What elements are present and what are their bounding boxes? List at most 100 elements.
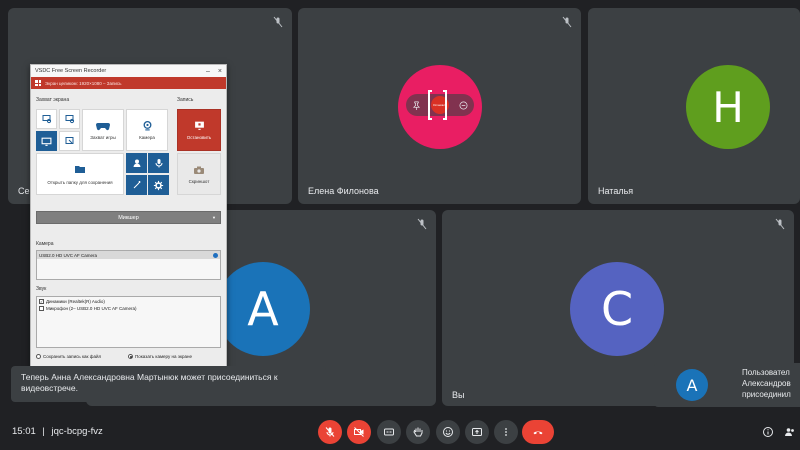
sound-section-label: Звук — [36, 286, 47, 292]
raise-hand-button[interactable] — [406, 420, 430, 444]
capture-area-button[interactable] — [59, 109, 80, 129]
hang-up-icon — [533, 431, 543, 435]
webcam-toggle-button[interactable] — [126, 153, 147, 173]
camera-settings-icon[interactable] — [213, 252, 218, 258]
drawing-tools-button[interactable] — [126, 175, 147, 195]
game-capture-button[interactable]: Захват игры — [82, 109, 124, 151]
recorder-status-bar: Экран целиком: 1920×1080 – Запись — [31, 77, 226, 89]
sound-device-list[interactable]: ✓ Динамики (Realtek(R) Audio) Микрофон (… — [36, 296, 221, 348]
avatar-blue: А — [216, 262, 310, 356]
camera-icon — [194, 166, 204, 174]
screenshot-button[interactable]: Скриншот — [177, 153, 221, 195]
join-toast: Теперь Анна Александровна Мартынюк может… — [11, 366, 326, 402]
participant-name: Елена Филонова — [308, 186, 379, 196]
recorder-titlebar[interactable]: VSDC Free Screen Recorder – × — [31, 65, 226, 77]
mixer-button[interactable]: Микшер ▼ — [36, 211, 221, 224]
checkbox-unchecked[interactable] — [39, 306, 44, 311]
participant-tile-3[interactable]: Н Наталья — [588, 8, 800, 204]
window-capture-icon — [65, 137, 73, 144]
sound-device-label: Динамики (Realtek(R) Audio) — [46, 299, 105, 304]
camera-section-label: Камера — [36, 241, 54, 247]
camera-off-icon — [354, 427, 364, 437]
sound-device-speakers[interactable]: ✓ Динамики (Realtek(R) Audio) — [37, 298, 220, 305]
mic-toggle-button[interactable] — [318, 420, 342, 444]
more-options-button[interactable] — [494, 420, 518, 444]
clock-time: 15:01 — [12, 426, 36, 437]
capture-bracket-right — [443, 90, 447, 120]
microphone-button[interactable] — [148, 153, 169, 173]
hand-icon — [413, 427, 423, 437]
mic-off-icon — [273, 16, 283, 28]
stop-screen-icon — [194, 121, 204, 130]
remove-icon[interactable] — [459, 101, 468, 110]
monitor-icon — [41, 137, 52, 146]
avatar-blue: А — [676, 369, 708, 401]
gamepad-icon — [96, 122, 110, 130]
show-camera-label: Показать камеру на экране — [135, 354, 192, 359]
capture-window-button[interactable] — [59, 131, 80, 151]
microphone-icon — [155, 159, 162, 168]
meeting-details-button[interactable] — [756, 420, 780, 444]
mic-off-icon — [562, 16, 572, 28]
present-button[interactable] — [465, 420, 489, 444]
save-as-file-option[interactable]: Сохранить запись как файл — [36, 354, 101, 359]
sound-device-microphone[interactable]: Микрофон (2– USB2.0 HD UVC AF Camera) — [37, 305, 220, 312]
save-as-file-label: Сохранить запись как файл — [43, 354, 102, 359]
camera-option-selected[interactable]: USB2.0 HD UVC AF Camera — [37, 251, 220, 259]
open-folder-button[interactable]: Открыть папку для сохранения — [36, 153, 124, 195]
join-request-notification[interactable]: А Пользовател Александров присоединил — [654, 363, 800, 407]
participant-tile-2[interactable]: Остановить Елена Филонова — [298, 8, 581, 204]
reactions-button[interactable] — [436, 420, 460, 444]
checkbox-checked[interactable]: ✓ — [39, 299, 44, 304]
minimize-icon[interactable]: – — [206, 68, 210, 75]
stop-recording-button[interactable]: Остановить — [177, 109, 221, 151]
meeting-info: 15:01 | jqc-bcpg-fvz — [12, 426, 103, 437]
close-icon[interactable]: × — [218, 68, 222, 75]
participant-name: Се — [18, 186, 30, 196]
leave-call-button[interactable] — [522, 420, 554, 444]
open-folder-label: Открыть папку для сохранения — [47, 179, 113, 185]
chevron-down-icon: ▼ — [212, 215, 216, 220]
camera-toggle-button[interactable] — [347, 420, 371, 444]
folder-icon — [75, 165, 85, 173]
mic-off-icon — [325, 427, 335, 437]
recorder-status: Экран целиком: 1920×1080 – Запись — [45, 80, 122, 86]
capture-fullscreen-button[interactable] — [36, 131, 57, 151]
screen-recorder-window[interactable]: VSDC Free Screen Recorder – × Экран цели… — [30, 64, 227, 372]
gear-icon — [153, 180, 164, 190]
capture-region-button[interactable] — [36, 109, 57, 129]
notification-line-3: присоединил — [742, 390, 791, 400]
meeting-code: jqc-bcpg-fvz — [51, 426, 103, 437]
radio-button[interactable] — [36, 354, 41, 359]
avatar-letter: С — [600, 282, 634, 336]
avatar-letter: Н — [712, 82, 744, 132]
camera-device-label: USB2.0 HD UVC AF Camera — [39, 252, 98, 258]
screenshot-label: Скриншот — [188, 178, 210, 184]
notification-text: Пользовател Александров присоединил — [742, 367, 791, 401]
avatar-green: Н — [686, 65, 770, 149]
section-record-label: Запись — [177, 97, 194, 103]
sound-device-label: Микрофон (2– USB2.0 HD UVC AF Camera) — [46, 306, 137, 311]
area-capture-icon — [65, 115, 74, 124]
radio-button-selected[interactable] — [128, 354, 133, 359]
avatar-letter: А — [686, 375, 698, 395]
camera-select[interactable]: USB2.0 HD UVC AF Camera — [36, 250, 221, 280]
participant-name: Наталья — [598, 186, 634, 196]
mic-off-icon — [775, 218, 785, 230]
magic-wand-icon — [133, 181, 140, 189]
webcam-icon — [143, 120, 151, 131]
meet-stage: Се Остановить Елена Филонова Н Наталья А — [0, 0, 800, 450]
settings-button[interactable] — [148, 175, 169, 195]
tile-hover-controls: Остановить — [406, 94, 474, 116]
camera-capture-button[interactable]: Камера — [126, 109, 168, 151]
pin-icon[interactable] — [412, 101, 421, 110]
capture-bracket-left — [428, 90, 432, 120]
notification-line-1: Пользовател — [742, 368, 790, 377]
game-capture-label: Захват игры — [90, 134, 116, 140]
show-camera-option[interactable]: Показать камеру на экране — [128, 354, 192, 359]
emoji-icon — [443, 427, 453, 437]
closed-captions-icon — [384, 428, 394, 436]
info-icon — [763, 427, 773, 437]
captions-button[interactable] — [377, 420, 401, 444]
people-button[interactable] — [780, 420, 800, 444]
